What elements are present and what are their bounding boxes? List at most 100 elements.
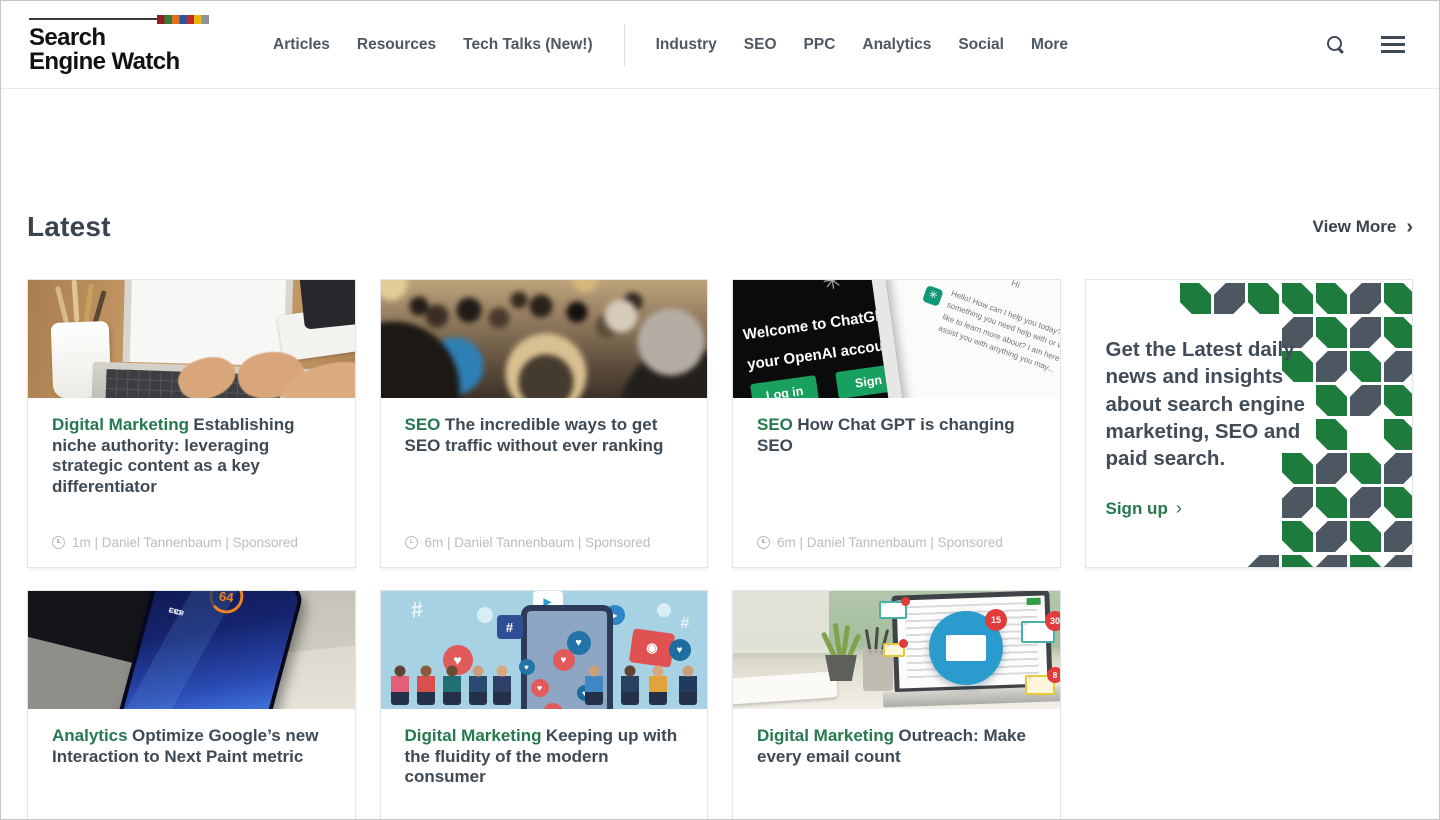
envelope-icon [946, 635, 986, 661]
clock-icon [52, 536, 65, 549]
newsletter-signup-link[interactable]: Sign up › [1106, 498, 1182, 519]
site-logo[interactable]: Search Engine Watch [29, 15, 209, 75]
phone-screen-shape: ✳ Welcome to ChatGPT your OpenAI account… [733, 280, 907, 398]
nav-item-ppc[interactable]: PPC [804, 36, 836, 54]
newsletter-text: Get the Latest daily news and insights a… [1106, 336, 1328, 472]
pattern-shape-green [1282, 555, 1313, 568]
pattern-shape-green [1350, 453, 1381, 484]
pattern-shape-dark [1384, 351, 1413, 382]
nav-item-social[interactable]: Social [958, 36, 1004, 54]
performance-score: 64 [207, 591, 245, 615]
clock-icon [757, 536, 770, 549]
openai-logo-icon: ✳ [821, 280, 844, 295]
pattern-shape-dark [1214, 283, 1245, 314]
pattern-shape-green [1350, 351, 1381, 382]
tablet-shape [299, 280, 354, 330]
pattern-shape-dark [1350, 385, 1381, 416]
logo-rule-line [29, 18, 157, 20]
nav-item-more[interactable]: More [1031, 36, 1068, 54]
pattern-shape-green [1384, 487, 1413, 518]
pattern-shape-dark [1316, 555, 1347, 568]
main-content: Latest View More › [1, 211, 1439, 820]
article-card[interactable]: # # ▶ ▶ # ◉ ♥ ♥ ♥ ♥ ♥ ♥ ♥ ♥ [380, 590, 709, 820]
search-icon[interactable] [1327, 36, 1345, 54]
chat-user-message: Hi [1010, 280, 1021, 290]
pattern-shape-dark [1384, 521, 1413, 552]
latest-cards-row-2: 64 LCP FID CLS Analytics Optimize Google… [27, 590, 1413, 820]
thumb-bubble-icon: ♥ [669, 639, 691, 661]
pattern-shape-dark [1248, 555, 1279, 568]
email-circle-icon: 15 [929, 611, 1003, 685]
nav-item-seo[interactable]: SEO [744, 36, 777, 54]
pencil-shape [72, 280, 80, 322]
logo-text: Search Engine Watch [29, 26, 209, 75]
article-category-link[interactable]: Analytics [52, 726, 128, 745]
article-category-link[interactable]: Digital Marketing [757, 726, 894, 745]
pattern-shape-green [1350, 555, 1381, 568]
latest-cards-row-1: Digital Marketing Establishing niche aut… [27, 279, 1413, 568]
article-image-laptop-typing[interactable] [28, 280, 355, 398]
pattern-shape-green [1384, 317, 1413, 348]
article-image-social-illustration[interactable]: # # ▶ ▶ # ◉ ♥ ♥ ♥ ♥ ♥ ♥ ♥ ♥ [381, 591, 708, 709]
nav-item-industry[interactable]: Industry [656, 36, 717, 54]
nav-item-articles[interactable]: Articles [273, 36, 330, 54]
nav-item-tech-talks[interactable]: Tech Talks (New!) [463, 36, 592, 54]
article-image-email-laptop[interactable]: 15 30 8 [733, 591, 1060, 709]
notification-dot [899, 639, 908, 648]
top-navigation-bar: Search Engine Watch Articles Resources T… [1, 1, 1439, 89]
logo-line-1: Search [29, 26, 209, 50]
page: Search Engine Watch Articles Resources T… [0, 0, 1440, 820]
heart-bubble-icon: ♥ [553, 649, 575, 671]
pattern-shape-green [1180, 283, 1211, 314]
view-more-link[interactable]: View More › [1313, 217, 1413, 237]
article-meta: 1m | Daniel Tannenbaum | Sponsored [52, 535, 298, 550]
window-shape [733, 591, 829, 653]
article-category-link[interactable]: SEO [757, 415, 793, 434]
header-icons [1327, 36, 1411, 54]
clock-icon [405, 536, 418, 549]
pattern-shape-dark [1316, 521, 1347, 552]
person-figure [585, 665, 603, 705]
pattern-shape-dark [1350, 283, 1381, 314]
article-card[interactable]: SEO The incredible ways to get SEO traff… [380, 279, 709, 568]
metric-label: CLS [168, 607, 185, 618]
newsletter-card: Get the Latest daily news and insights a… [1085, 279, 1414, 568]
article-card-body: SEO How Chat GPT is changing SEO [733, 398, 1060, 456]
notification-badge: 15 [985, 609, 1007, 631]
logo-rule [29, 15, 209, 24]
article-card[interactable]: ✳ Welcome to ChatGPT your OpenAI account… [732, 279, 1061, 568]
article-title-link[interactable]: How Chat GPT is changing SEO [757, 415, 1015, 455]
article-title-link[interactable]: The incredible ways to get SEO traffic w… [405, 415, 664, 455]
pattern-shape-dark [1350, 487, 1381, 518]
thumb-bubble-icon: ♥ [519, 659, 535, 675]
view-more-label: View More [1313, 217, 1397, 237]
notification-dot [901, 597, 910, 606]
article-image-chatgpt[interactable]: ✳ Welcome to ChatGPT your OpenAI account… [733, 280, 1060, 398]
pattern-shape-green [1282, 521, 1313, 552]
pattern-shape-dark [1384, 453, 1413, 484]
pattern-shape-green [1248, 283, 1279, 314]
pattern-shape-dark [1384, 555, 1413, 568]
latest-section-header: Latest View More › [27, 211, 1413, 243]
article-category-link[interactable]: SEO [405, 415, 441, 434]
hamburger-menu-icon[interactable] [1381, 36, 1405, 53]
article-card-body: Digital Marketing Establishing niche aut… [28, 398, 355, 498]
chevron-right-icon: › [1406, 217, 1413, 237]
article-category-link[interactable]: Digital Marketing [405, 726, 542, 745]
article-image-crowd[interactable] [381, 280, 708, 398]
person-figure [621, 665, 639, 705]
hashtag-icon: # [681, 615, 690, 633]
article-card[interactable]: Digital Marketing Establishing niche aut… [27, 279, 356, 568]
person-figure [679, 665, 697, 705]
nav-item-analytics[interactable]: Analytics [862, 36, 931, 54]
empty-grid-cell [1085, 590, 1414, 820]
person-figure [493, 665, 511, 705]
pattern-shape-green [1316, 283, 1347, 314]
notebook-shape [733, 671, 838, 705]
article-image-web-vitals-phone[interactable]: 64 LCP FID CLS [28, 591, 355, 709]
article-card[interactable]: 64 LCP FID CLS Analytics Optimize Google… [27, 590, 356, 820]
article-category-link[interactable]: Digital Marketing [52, 415, 189, 434]
article-card[interactable]: 15 30 8 Digital Marketing Outreach: Make… [732, 590, 1061, 820]
crowd-photo-shapes [381, 280, 708, 398]
nav-item-resources[interactable]: Resources [357, 36, 436, 54]
